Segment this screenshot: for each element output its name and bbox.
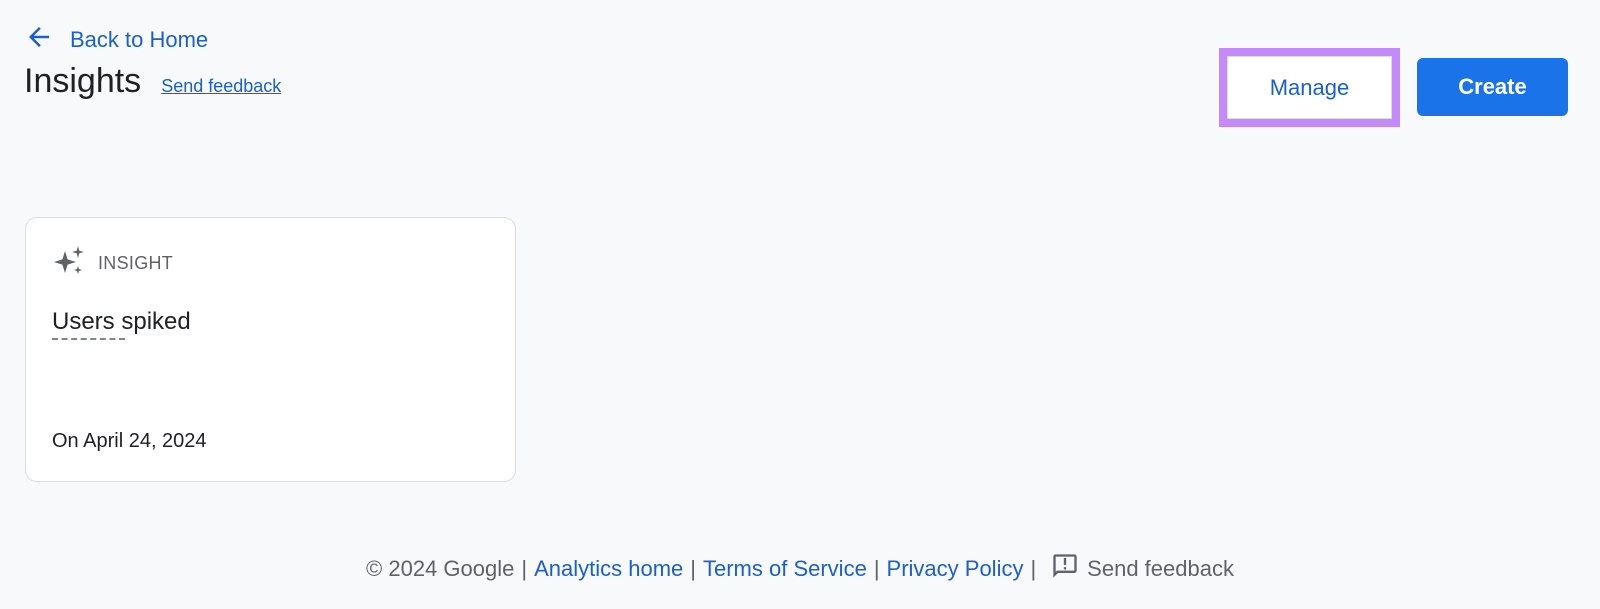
footer-separator: | <box>690 556 696 581</box>
copyright-text: © 2024 Google <box>366 556 515 581</box>
back-to-home-label: Back to Home <box>70 27 209 52</box>
analytics-home-link[interactable]: Analytics home <box>534 556 683 582</box>
insight-card-header: INSIGHT <box>52 244 173 283</box>
footer-send-feedback-label: Send feedback <box>1087 556 1234 581</box>
create-button[interactable]: Create <box>1417 58 1568 116</box>
terms-of-service-link[interactable]: Terms of Service <box>703 556 867 582</box>
insight-title-underline <box>52 338 125 340</box>
insight-date: On April 24, 2024 <box>52 430 207 452</box>
manage-button-highlight: Manage <box>1219 48 1400 127</box>
insight-kicker: INSIGHT <box>98 253 174 273</box>
footer-separator: | <box>521 556 528 581</box>
arrow-back-icon <box>24 22 54 58</box>
page-header: Insights Send feedback <box>24 62 281 101</box>
footer-separator: | <box>1030 556 1037 581</box>
privacy-policy-link[interactable]: Privacy Policy <box>887 556 1024 582</box>
insight-card[interactable]: INSIGHT Users spiked On April 24, 2024 <box>25 217 516 482</box>
manage-button[interactable]: Manage <box>1227 56 1392 119</box>
footer-separator: | <box>873 556 880 581</box>
footer: © 2024 Google | Analytics home | Terms o… <box>0 552 1600 586</box>
send-feedback-link[interactable]: Send feedback <box>161 76 281 97</box>
sparkle-icon <box>52 244 86 283</box>
feedback-icon <box>1051 552 1079 586</box>
footer-send-feedback[interactable]: Send feedback <box>1051 552 1234 586</box>
back-to-home-link[interactable]: Back to Home <box>24 22 208 58</box>
page-title: Insights <box>24 62 142 100</box>
insight-title[interactable]: Users spiked <box>52 308 191 336</box>
